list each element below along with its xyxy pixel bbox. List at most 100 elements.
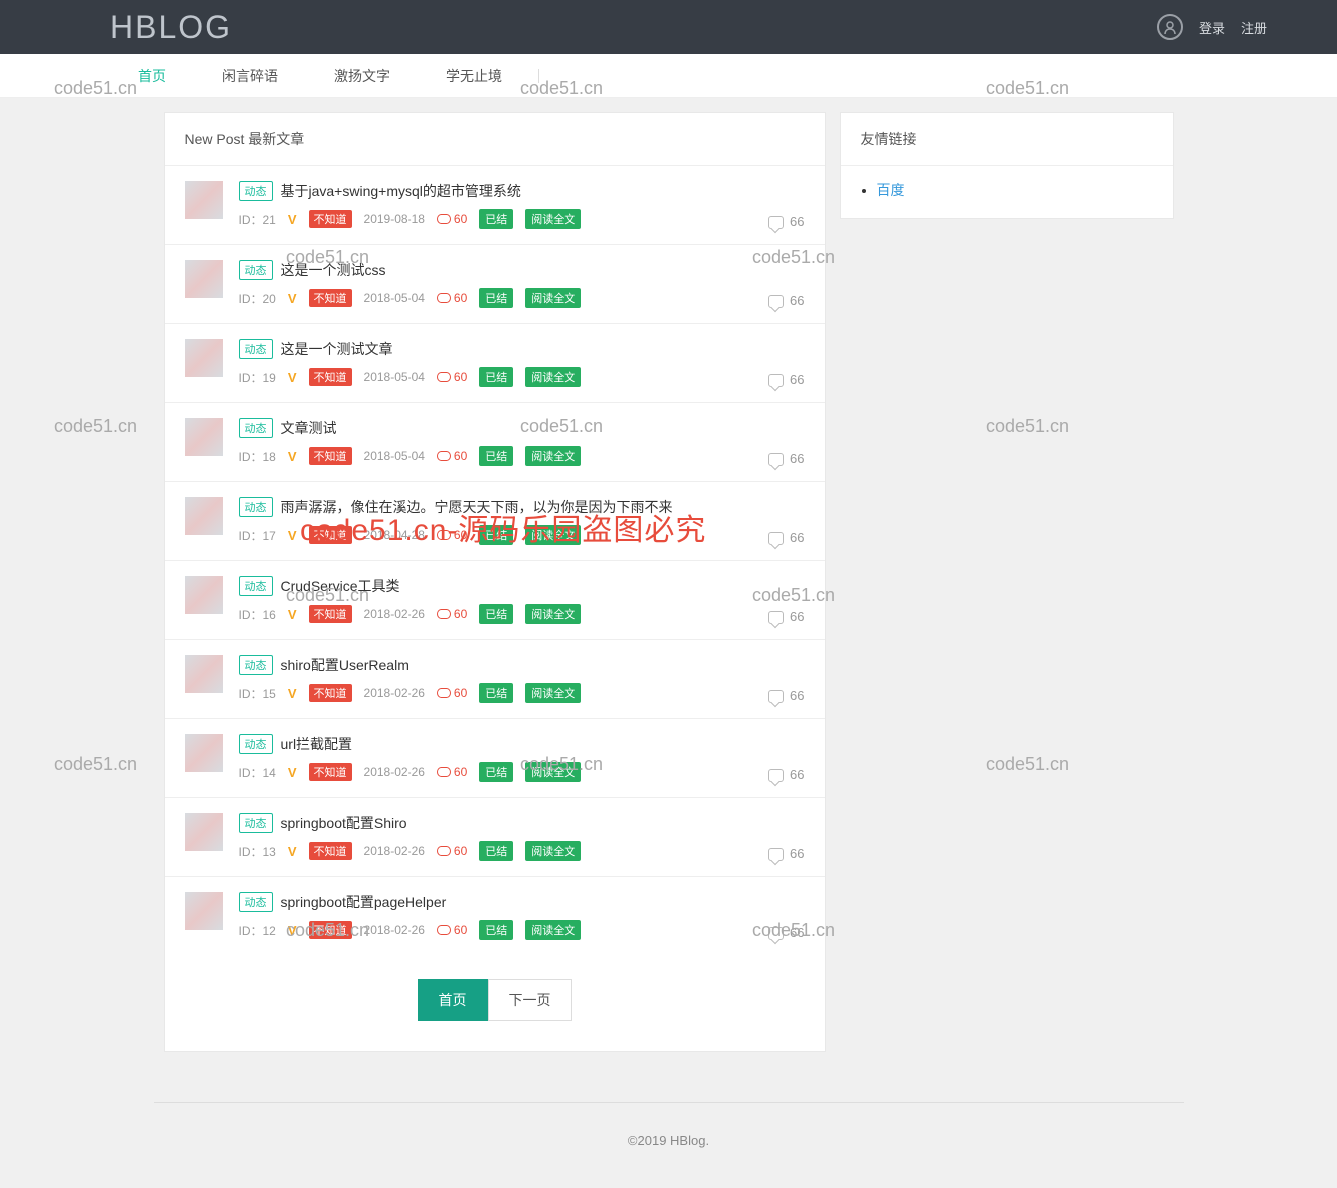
nav-item-home[interactable]: 首页: [110, 66, 194, 86]
post-tag-badge[interactable]: 动态: [239, 655, 273, 675]
comment-icon: [768, 295, 784, 308]
post-thumbnail[interactable]: [185, 418, 223, 456]
post-status-badge: 已结: [479, 762, 513, 782]
post-comments[interactable]: 66: [768, 892, 804, 940]
post-thumbnail[interactable]: [185, 734, 223, 772]
vip-icon: V: [288, 923, 297, 938]
watermark: code51.cn: [54, 416, 137, 437]
post-thumbnail[interactable]: [185, 497, 223, 535]
post-views: 60: [437, 923, 467, 937]
post-status-badge: 已结: [479, 288, 513, 308]
page-next-button[interactable]: 下一页: [488, 979, 572, 1021]
post-tag-badge[interactable]: 动态: [239, 339, 273, 359]
post-row: 动态 基于java+swing+mysql的超市管理系统 ID：21 V 不知道…: [165, 166, 825, 245]
post-comments[interactable]: 66: [768, 260, 804, 308]
post-date: 2019-08-18: [364, 212, 425, 226]
unknown-badge: 不知道: [309, 763, 352, 781]
post-comments[interactable]: 66: [768, 181, 804, 229]
post-date: 2018-05-04: [364, 449, 425, 463]
post-comments[interactable]: 66: [768, 655, 804, 703]
post-title[interactable]: CrudService工具类: [281, 576, 400, 596]
post-title[interactable]: 雨声潺潺，像住在溪边。宁愿天天下雨，以为你是因为下雨不来: [281, 497, 673, 517]
read-more-button[interactable]: 阅读全文: [525, 209, 581, 229]
post-id: ID：21: [239, 211, 276, 228]
post-tag-badge[interactable]: 动态: [239, 892, 273, 912]
avatar-icon[interactable]: [1157, 14, 1183, 40]
post-comments[interactable]: 66: [768, 497, 804, 545]
post-tag-badge[interactable]: 动态: [239, 418, 273, 438]
read-more-button[interactable]: 阅读全文: [525, 920, 581, 940]
unknown-badge: 不知道: [309, 921, 352, 939]
post-id: ID：12: [239, 922, 276, 939]
post-title[interactable]: springboot配置Shiro: [281, 813, 407, 833]
header-right: 登录 注册: [1157, 14, 1267, 40]
post-thumbnail[interactable]: [185, 181, 223, 219]
nav-item-learning[interactable]: 学无止境: [418, 66, 530, 86]
post-title[interactable]: 文章测试: [281, 418, 337, 438]
vip-icon: V: [288, 528, 297, 543]
post-tag-badge[interactable]: 动态: [239, 576, 273, 596]
post-status-badge: 已结: [479, 683, 513, 703]
read-more-button[interactable]: 阅读全文: [525, 525, 581, 545]
link-baidu[interactable]: 百度: [877, 182, 905, 198]
read-more-button[interactable]: 阅读全文: [525, 367, 581, 387]
post-tag-badge[interactable]: 动态: [239, 497, 273, 517]
nav-item-writing[interactable]: 激扬文字: [306, 66, 418, 86]
post-views: 60: [437, 291, 467, 305]
comment-count: 66: [790, 293, 804, 308]
post-status-badge: 已结: [479, 446, 513, 466]
comment-icon: [768, 374, 784, 387]
post-thumbnail[interactable]: [185, 576, 223, 614]
post-thumbnail[interactable]: [185, 655, 223, 693]
nav: 首页 闲言碎语 激扬文字 学无止境: [0, 54, 1337, 98]
eye-icon: [437, 530, 451, 540]
post-views: 60: [437, 212, 467, 226]
post-views: 60: [437, 449, 467, 463]
post-title[interactable]: springboot配置pageHelper: [281, 892, 447, 912]
unknown-badge: 不知道: [309, 684, 352, 702]
post-title[interactable]: url拦截配置: [281, 734, 353, 754]
vip-icon: V: [288, 449, 297, 464]
vip-icon: V: [288, 607, 297, 622]
read-more-button[interactable]: 阅读全文: [525, 604, 581, 624]
post-thumbnail[interactable]: [185, 339, 223, 377]
post-comments[interactable]: 66: [768, 734, 804, 782]
post-tag-badge[interactable]: 动态: [239, 734, 273, 754]
post-tag-badge[interactable]: 动态: [239, 813, 273, 833]
nav-item-chat[interactable]: 闲言碎语: [194, 66, 306, 86]
post-title[interactable]: shiro配置UserRealm: [281, 655, 409, 675]
unknown-badge: 不知道: [309, 842, 352, 860]
comment-count: 66: [790, 688, 804, 703]
read-more-button[interactable]: 阅读全文: [525, 841, 581, 861]
post-date: 2018-02-26: [364, 923, 425, 937]
post-title[interactable]: 这是一个测试文章: [281, 339, 393, 359]
login-link[interactable]: 登录: [1199, 18, 1225, 37]
comment-count: 66: [790, 846, 804, 861]
read-more-button[interactable]: 阅读全文: [525, 288, 581, 308]
unknown-badge: 不知道: [309, 289, 352, 307]
post-thumbnail[interactable]: [185, 260, 223, 298]
read-more-button[interactable]: 阅读全文: [525, 446, 581, 466]
vip-icon: V: [288, 765, 297, 780]
post-comments[interactable]: 66: [768, 813, 804, 861]
post-comments[interactable]: 66: [768, 418, 804, 466]
post-date: 2018-02-26: [364, 686, 425, 700]
unknown-badge: 不知道: [309, 368, 352, 386]
post-tag-badge[interactable]: 动态: [239, 260, 273, 280]
read-more-button[interactable]: 阅读全文: [525, 683, 581, 703]
register-link[interactable]: 注册: [1241, 18, 1267, 37]
read-more-button[interactable]: 阅读全文: [525, 762, 581, 782]
post-comments[interactable]: 66: [768, 576, 804, 624]
post-comments[interactable]: 66: [768, 339, 804, 387]
posts-panel: New Post 最新文章 动态 基于java+swing+mysql的超市管理…: [164, 112, 826, 1052]
post-title[interactable]: 这是一个测试css: [281, 260, 386, 280]
logo[interactable]: HBLOG: [110, 9, 232, 46]
post-status-badge: 已结: [479, 841, 513, 861]
post-thumbnail[interactable]: [185, 892, 223, 930]
post-thumbnail[interactable]: [185, 813, 223, 851]
page-first-button[interactable]: 首页: [418, 979, 488, 1021]
post-tag-badge[interactable]: 动态: [239, 181, 273, 201]
eye-icon: [437, 688, 451, 698]
post-title[interactable]: 基于java+swing+mysql的超市管理系统: [281, 181, 521, 201]
vip-icon: V: [288, 212, 297, 227]
